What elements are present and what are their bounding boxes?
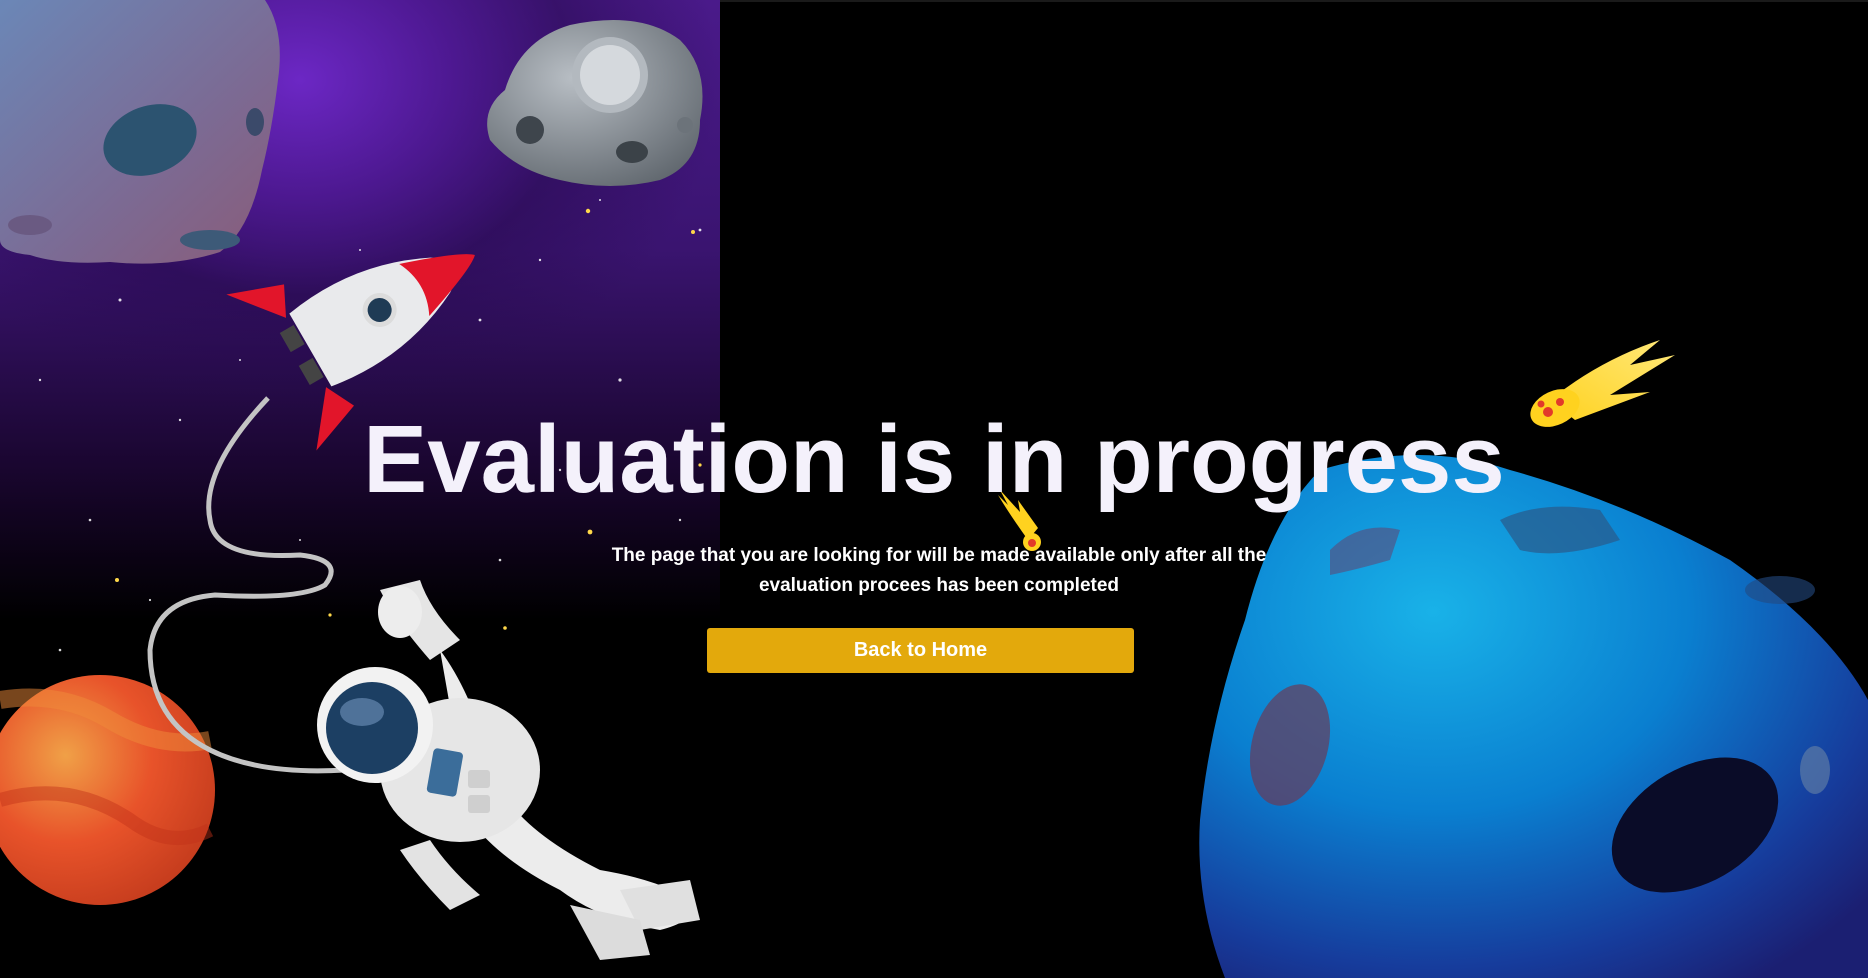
- asteroid-grey: [487, 20, 703, 186]
- astronaut: [317, 580, 700, 960]
- page-title: Evaluation is in progress: [363, 406, 1505, 513]
- back-to-home-button[interactable]: Back to Home: [707, 628, 1134, 673]
- status-message: The page that you are looking for will b…: [611, 545, 1267, 596]
- planet-blue: [1199, 455, 1868, 978]
- planet-orange: [0, 675, 215, 905]
- asteroid-top-left: [0, 0, 280, 264]
- error-page: Evaluation is in progress The page that …: [0, 0, 1868, 978]
